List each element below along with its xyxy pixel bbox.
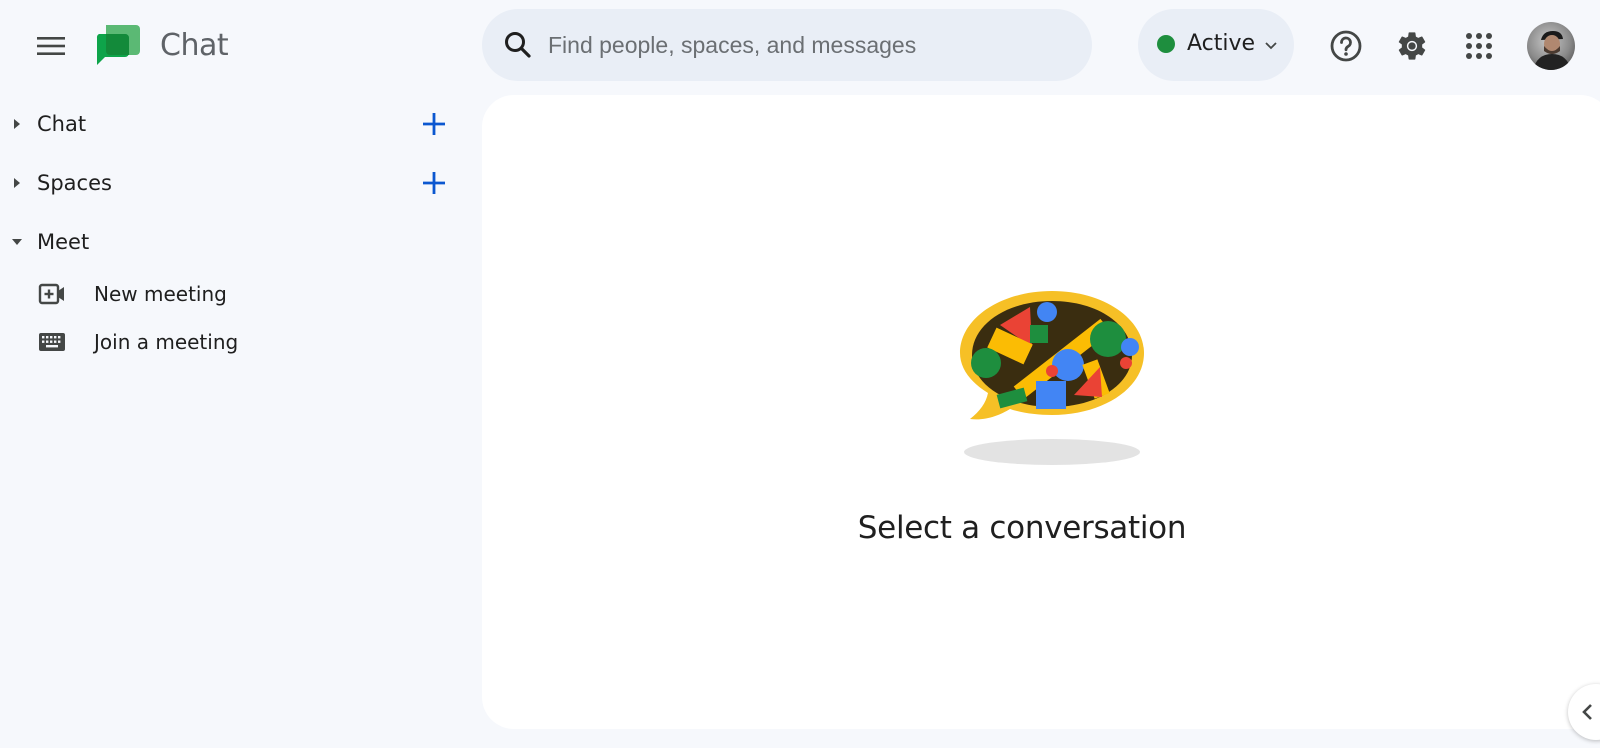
caret-down-icon — [12, 239, 22, 245]
sidebar-section-meet[interactable]: Meet — [0, 217, 470, 267]
keyboard-icon — [39, 333, 65, 351]
caret-right-icon — [14, 119, 20, 129]
plus-icon — [423, 172, 445, 194]
status-indicator-dot — [1157, 35, 1175, 53]
help-button[interactable] — [1322, 22, 1370, 70]
join-meeting-item[interactable]: Join a meeting — [0, 320, 470, 364]
apps-grid-icon — [1466, 33, 1492, 59]
search-bar[interactable] — [482, 9, 1092, 81]
account-avatar[interactable] — [1527, 22, 1575, 70]
sidebar-section-spaces[interactable]: Spaces — [0, 158, 470, 208]
new-meeting-item[interactable]: New meeting — [0, 272, 470, 316]
sidebar: Chat Spaces Meet New meeting Join a meet… — [0, 92, 480, 748]
shape-blue-square — [1036, 381, 1066, 409]
sidebar-section-label: Spaces — [37, 171, 112, 195]
illustration-shadow — [964, 439, 1140, 465]
main-content-panel: Select a conversation — [482, 95, 1600, 729]
shape-green-square — [1030, 325, 1048, 343]
plus-icon — [423, 113, 445, 135]
new-chat-button[interactable] — [414, 104, 454, 144]
status-dropdown-button[interactable]: Active — [1138, 9, 1294, 81]
shape-blue-circle-small — [1121, 338, 1139, 356]
sidebar-section-label: Meet — [37, 230, 90, 254]
top-header: Chat Active — [0, 0, 1600, 92]
shape-blue-circle-medium — [1052, 349, 1084, 381]
shape-red-dot-right — [1120, 357, 1132, 369]
meet-item-label: New meeting — [94, 282, 227, 306]
google-chat-logo-icon — [96, 25, 140, 65]
chevron-left-icon — [1582, 704, 1592, 720]
search-icon[interactable] — [502, 29, 534, 61]
video-plus-icon — [38, 283, 64, 305]
status-label: Active — [1187, 31, 1256, 56]
user-photo-icon — [1533, 31, 1571, 70]
chevron-down-icon — [1265, 42, 1277, 50]
sidebar-section-chat[interactable]: Chat — [0, 99, 470, 149]
help-circle-icon — [1330, 30, 1362, 62]
shape-green-circle — [971, 348, 1001, 378]
main-menu-button[interactable] — [27, 22, 75, 70]
app-title: Chat — [160, 28, 229, 63]
sidebar-section-label: Chat — [37, 112, 87, 136]
search-input[interactable] — [548, 23, 1068, 67]
chat-bubble-shapes-illustration — [960, 291, 1144, 465]
settings-button[interactable] — [1388, 22, 1436, 70]
meet-item-label: Join a meeting — [94, 330, 239, 354]
shape-red-dot — [1046, 365, 1058, 377]
caret-right-icon — [14, 178, 20, 188]
empty-state-title: Select a conversation — [857, 510, 1187, 546]
google-apps-button[interactable] — [1455, 22, 1503, 70]
new-space-button[interactable] — [414, 163, 454, 203]
shape-blue-circle — [1037, 302, 1057, 322]
shape-green-circle-large — [1090, 321, 1126, 357]
hamburger-menu-icon — [37, 37, 65, 55]
gear-icon — [1398, 32, 1426, 60]
